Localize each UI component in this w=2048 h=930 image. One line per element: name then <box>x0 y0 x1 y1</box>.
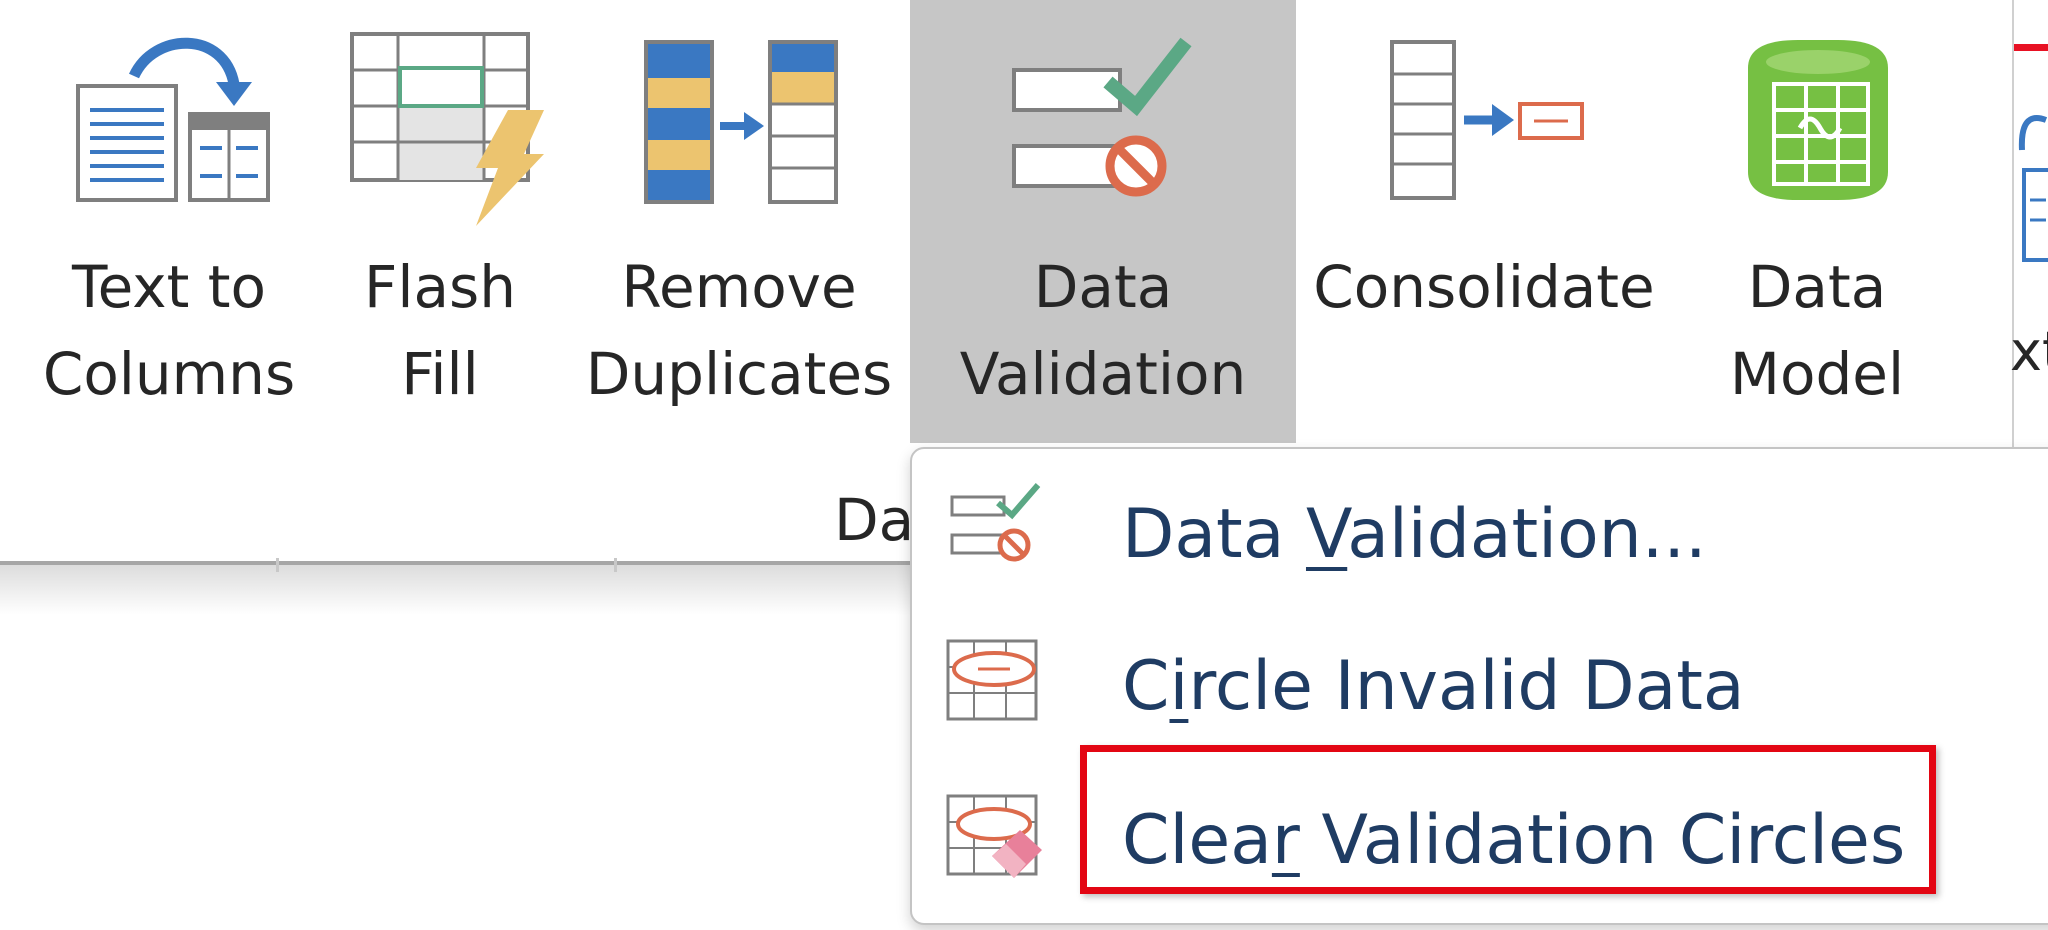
remove-duplicates-button[interactable]: Remove Duplicates <box>584 0 894 443</box>
remove-duplicates-label: Remove Duplicates <box>585 253 893 408</box>
ribbon-separator <box>276 558 279 572</box>
group-label-data-tools: Da <box>834 486 915 554</box>
clear-circles-icon <box>946 794 1042 878</box>
data-validation-icon <box>1012 37 1192 197</box>
menu-item-data-validation[interactable]: Data Validation... <box>912 449 2048 599</box>
data-validation-button[interactable]: Data Validation <box>910 0 1296 472</box>
text-to-columns-icon <box>76 37 270 202</box>
remove-duplicates-icon <box>644 40 838 204</box>
menu-item-clear-validation-circles[interactable]: Clear Validation Circles <box>912 754 2048 904</box>
data-model-icon <box>1748 40 1888 200</box>
consolidate-icon <box>1390 40 1584 200</box>
what-if-analysis-icon <box>2018 115 2048 262</box>
data-validation-dropdown-menu: Data Validation... Circle Invalid Data C… <box>910 447 2048 925</box>
menu-item-label: Circle Invalid Data <box>1122 647 1745 726</box>
text-to-columns-label: Text to Columns <box>42 253 296 408</box>
text-to-columns-button[interactable]: Text to Columns <box>30 0 308 443</box>
flash-fill-button[interactable]: Flash Fill <box>340 0 544 443</box>
menu-item-label: Data Validation... <box>1122 495 1707 574</box>
menu-item-circle-invalid-data[interactable]: Circle Invalid Data <box>912 599 2048 749</box>
menu-item-label: Clear Validation Circles <box>1122 801 1906 880</box>
data-model-button[interactable]: Data Model <box>1672 0 1962 472</box>
flash-fill-icon <box>350 32 544 226</box>
consolidate-label: Consolidate <box>1313 253 1655 321</box>
accent-line <box>2014 44 2048 51</box>
edge-button-label: xt <box>2010 320 2048 383</box>
flash-fill-label: Flash Fill <box>364 253 516 408</box>
circle-invalid-icon <box>946 639 1038 721</box>
consolidate-button[interactable]: Consolidate <box>1304 0 1664 443</box>
ribbon-separator <box>614 558 617 572</box>
data-validation-small-icon <box>950 483 1041 562</box>
excel-ribbon-screen: Text to Columns Flash Fill Remove Duplic… <box>0 0 2048 930</box>
